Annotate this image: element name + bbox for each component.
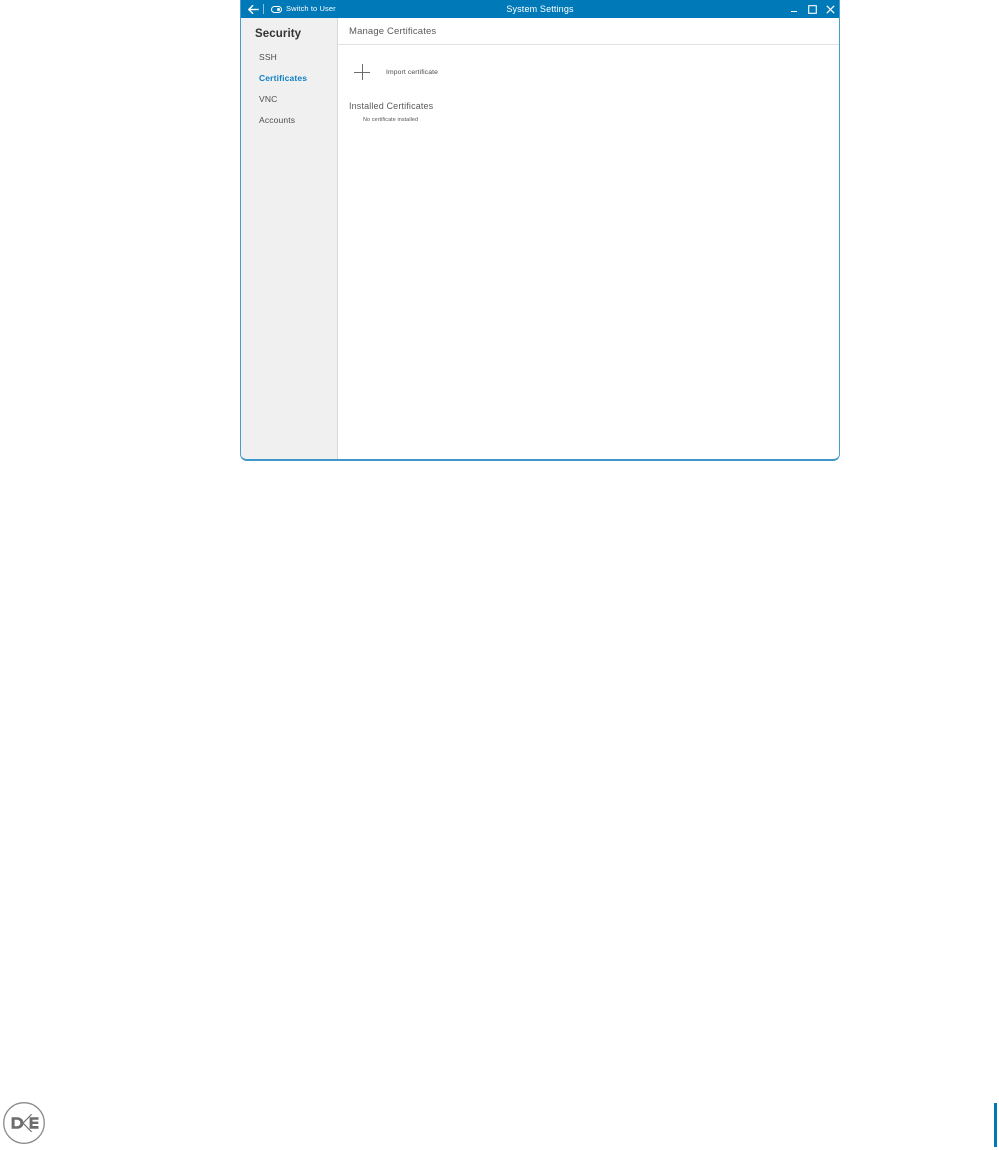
sidebar-item-certificates[interactable]: Certificates	[241, 67, 337, 88]
window-controls	[788, 0, 836, 18]
sidebar-item-vnc[interactable]: VNC	[241, 88, 337, 109]
minimize-button[interactable]	[788, 2, 800, 16]
window-title: System Settings	[506, 3, 574, 14]
import-certificate-button[interactable]: Import certificate	[349, 64, 449, 80]
sidebar: Security SSH Certificates VNC Accounts	[241, 18, 338, 459]
dell-logo	[2, 1101, 46, 1145]
sidebar-item-accounts[interactable]: Accounts	[241, 110, 337, 131]
switch-to-user-label: Switch to User	[286, 4, 336, 14]
maximize-button[interactable]	[806, 2, 818, 16]
import-certificate-label: Import certificate	[386, 68, 439, 76]
switch-user-icon	[271, 5, 282, 13]
installed-certificates-empty-message: No certificate installed	[363, 117, 419, 123]
window-body: Security SSH Certificates VNC Accounts M…	[241, 18, 839, 459]
main-panel: Manage Certificates Import certificate I…	[338, 18, 839, 459]
installed-certificates-section: Installed Certificates No certificate in…	[349, 101, 828, 123]
panel-header: Manage Certificates	[338, 18, 839, 45]
back-button[interactable]	[245, 0, 262, 18]
sidebar-title: Security	[255, 28, 302, 40]
panel-content: Import certificate Installed Certificate…	[338, 45, 839, 459]
close-button[interactable]	[824, 2, 836, 16]
titlebar-divider	[263, 4, 264, 14]
page-title: Manage Certificates	[349, 25, 437, 37]
plus-icon	[354, 64, 370, 80]
installed-certificates-title: Installed Certificates	[349, 101, 434, 111]
title-bar-left-group: Switch to User	[241, 0, 339, 18]
title-bar: Switch to User System Settings	[241, 0, 839, 18]
system-settings-window: Switch to User System Settings Security …	[240, 0, 840, 461]
switch-to-user-button[interactable]: Switch to User	[268, 0, 339, 18]
sidebar-item-ssh[interactable]: SSH	[241, 46, 337, 67]
right-accent-bar	[994, 1103, 997, 1147]
